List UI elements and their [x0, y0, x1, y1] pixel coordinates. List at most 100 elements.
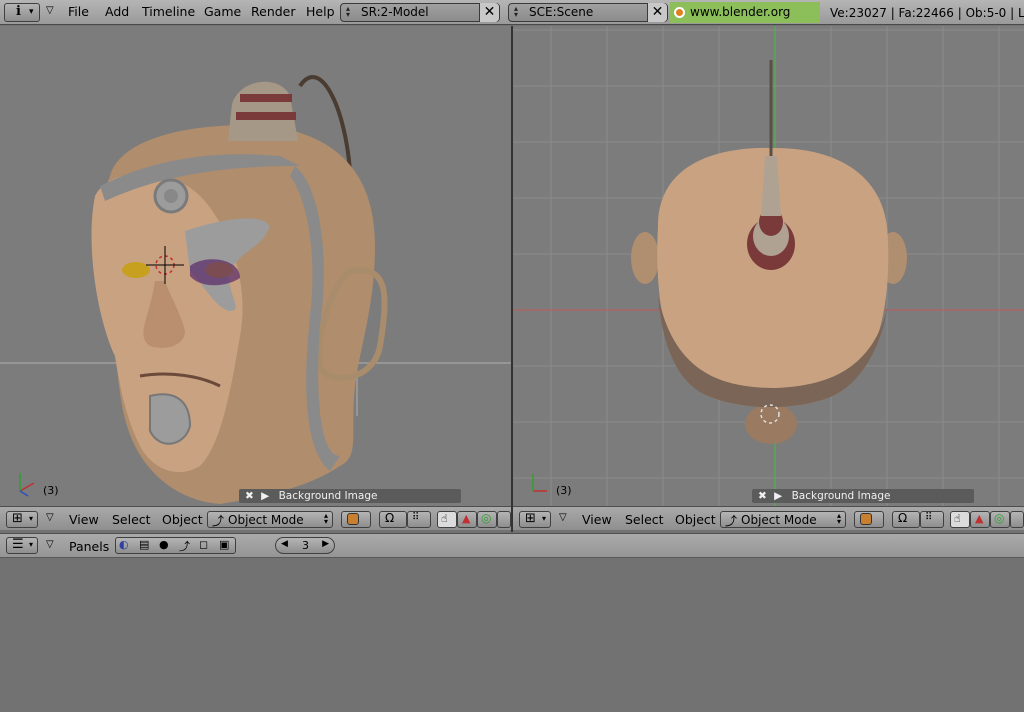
- pivot-button[interactable]: Ω: [379, 511, 407, 528]
- manipulator-dropdown[interactable]: ⠿: [407, 511, 431, 528]
- screen-selector[interactable]: ▴ ▾ SR:2-Model ✕: [340, 3, 500, 22]
- viewport-header-left: ⊞ ▾ ▽ View Select Object ⤴ Object Mode ▴…: [0, 506, 511, 530]
- view3d-icon: ⊞: [12, 511, 23, 526]
- draw-type-button[interactable]: [854, 511, 884, 528]
- view3d-icon: ⊞: [525, 511, 536, 526]
- info-icon: i: [16, 4, 21, 19]
- buttons-window[interactable]: [0, 532, 1024, 712]
- rotate-toggle[interactable]: ◎: [990, 511, 1010, 528]
- frame-number: (3): [43, 484, 59, 497]
- scene-stats: Ve:23027 | Fa:22466 | Ob:5-0 | L: [830, 6, 1024, 20]
- ring-icon: ◎: [994, 511, 1005, 525]
- delete-screen-icon[interactable]: ✕: [479, 3, 499, 22]
- chevron-down-icon: ▾: [542, 514, 547, 523]
- chevron-down-icon: ▾: [29, 7, 34, 17]
- collapse-menu-icon[interactable]: ▽: [46, 5, 54, 16]
- rotate-toggle[interactable]: ◎: [477, 511, 497, 528]
- expand-arrow-icon[interactable]: ▶: [261, 490, 269, 502]
- viewport-perspective[interactable]: (3) ✖ ▶ Background Image: [0, 26, 511, 508]
- shading-icon: [860, 513, 872, 525]
- scene-selector[interactable]: ▴ ▾ SCE:Scene ✕: [508, 3, 668, 22]
- script-icon[interactable]: ▤: [139, 538, 149, 551]
- window-type-button[interactable]: ⊞ ▾: [519, 511, 551, 528]
- mode-selector[interactable]: ⤴ Object Mode ▴ ▾: [207, 511, 333, 528]
- background-image-panel[interactable]: ✖ ▶ Background Image: [239, 489, 461, 503]
- increment-arrow-icon[interactable]: ▶: [322, 539, 329, 549]
- collapse-menu-icon[interactable]: ▽: [559, 512, 567, 523]
- panels-menu[interactable]: Panels: [69, 539, 109, 554]
- collapse-menu-icon[interactable]: ▽: [46, 539, 54, 550]
- logic-icon[interactable]: ◐: [119, 538, 129, 551]
- menu-object[interactable]: Object: [162, 512, 203, 527]
- info-window-type-button[interactable]: i ▾: [4, 3, 40, 22]
- chevron-down-icon: ▾: [29, 540, 34, 549]
- context-buttons: ◐ ▤ ● ⤴ ◻ ▣: [115, 537, 236, 554]
- pivot-button[interactable]: Ω: [892, 511, 920, 528]
- window-type-button[interactable]: ☰ ▾: [6, 537, 38, 554]
- top-menu-bar: i ▾ ▽ File Add Timeline Game Render Help…: [0, 0, 1024, 40]
- collapse-menu-icon[interactable]: ▽: [46, 512, 54, 523]
- translate-toggle[interactable]: ▲: [970, 511, 990, 528]
- object-icon[interactable]: ⤴: [179, 538, 190, 554]
- menu-object[interactable]: Object: [675, 512, 716, 527]
- screen-name: SR:2-Model: [361, 5, 429, 19]
- triangle-icon: ▲: [975, 512, 984, 525]
- manipulator-dropdown[interactable]: ⠿: [920, 511, 944, 528]
- frame-value: 3: [302, 539, 309, 552]
- menu-help[interactable]: Help: [306, 4, 335, 19]
- delete-scene-icon[interactable]: ✕: [647, 3, 667, 22]
- shading-sphere-icon[interactable]: ●: [159, 538, 169, 551]
- hand-icon: ☝: [954, 512, 961, 525]
- chevron-down-icon: ▾: [29, 514, 34, 523]
- decrement-arrow-icon[interactable]: ◀: [281, 539, 288, 549]
- buttons-window-header: ☰ ▾ ▽ Panels ◐ ▤ ● ⤴ ◻ ▣ ◀ 3 ▶: [0, 533, 1024, 558]
- updown-arrows-icon: ▴ ▾: [323, 511, 328, 526]
- menu-select[interactable]: Select: [112, 512, 151, 527]
- blender-logo-icon: [674, 7, 685, 18]
- updown-arrows-icon: ▴ ▾: [836, 511, 841, 526]
- scale-toggle[interactable]: [497, 511, 511, 528]
- viewport-top[interactable]: (3) ✖ ▶ Background Image: [513, 26, 1024, 508]
- frame-number-field[interactable]: ◀ 3 ▶: [275, 537, 335, 554]
- pivot-icon: Ω: [385, 511, 395, 525]
- viewport-header-right: ⊞ ▾ ▽ View Select Object ⤴ Object Mode ▴…: [513, 506, 1024, 530]
- viewport-canvas: [513, 26, 1024, 508]
- translate-toggle[interactable]: ▲: [457, 511, 477, 528]
- scale-toggle[interactable]: [1010, 511, 1024, 528]
- updown-arrows-icon: ▴ ▾: [514, 4, 519, 19]
- close-icon[interactable]: ✖: [245, 490, 254, 502]
- menu-view[interactable]: View: [582, 512, 612, 527]
- menu-add[interactable]: Add: [105, 4, 129, 19]
- background-image-panel[interactable]: ✖ ▶ Background Image: [752, 489, 974, 503]
- background-image-label: Background Image: [791, 490, 891, 502]
- draw-type-button[interactable]: [341, 511, 371, 528]
- updown-arrows-icon: ▴ ▾: [346, 4, 351, 19]
- menu-game[interactable]: Game: [204, 4, 241, 19]
- close-icon[interactable]: ✖: [758, 490, 767, 502]
- menu-timeline[interactable]: Timeline: [142, 4, 195, 19]
- shading-icon: [347, 513, 359, 525]
- object-mode-icon: ⤴: [725, 514, 738, 528]
- list-icon: ☰: [12, 537, 24, 552]
- menu-view[interactable]: View: [69, 512, 99, 527]
- version-badge: www.blender.org 249.2: [670, 2, 820, 40]
- menu-file[interactable]: File: [68, 4, 89, 19]
- object-mode-icon: ⤴: [212, 514, 225, 528]
- grid-icon: ⠿: [412, 512, 420, 523]
- window-type-button[interactable]: ⊞ ▾: [6, 511, 38, 528]
- mode-label: Object Mode: [741, 513, 817, 527]
- hand-icon: ☝: [441, 512, 448, 525]
- expand-arrow-icon[interactable]: ▶: [774, 490, 782, 502]
- manipulator-toggle[interactable]: ☝: [950, 511, 970, 528]
- menu-select[interactable]: Select: [625, 512, 664, 527]
- menu-render[interactable]: Render: [251, 4, 296, 19]
- mode-label: Object Mode: [228, 513, 304, 527]
- manipulator-toggle[interactable]: ☝: [437, 511, 457, 528]
- scene-icon[interactable]: ▣: [219, 538, 229, 551]
- editing-icon[interactable]: ◻: [199, 538, 208, 551]
- viewport-canvas: [0, 75, 511, 505]
- ring-icon: ◎: [481, 511, 492, 525]
- mode-selector[interactable]: ⤴ Object Mode ▴ ▾: [720, 511, 846, 528]
- scene-name: SCE:Scene: [529, 5, 594, 19]
- pivot-icon: Ω: [898, 511, 908, 525]
